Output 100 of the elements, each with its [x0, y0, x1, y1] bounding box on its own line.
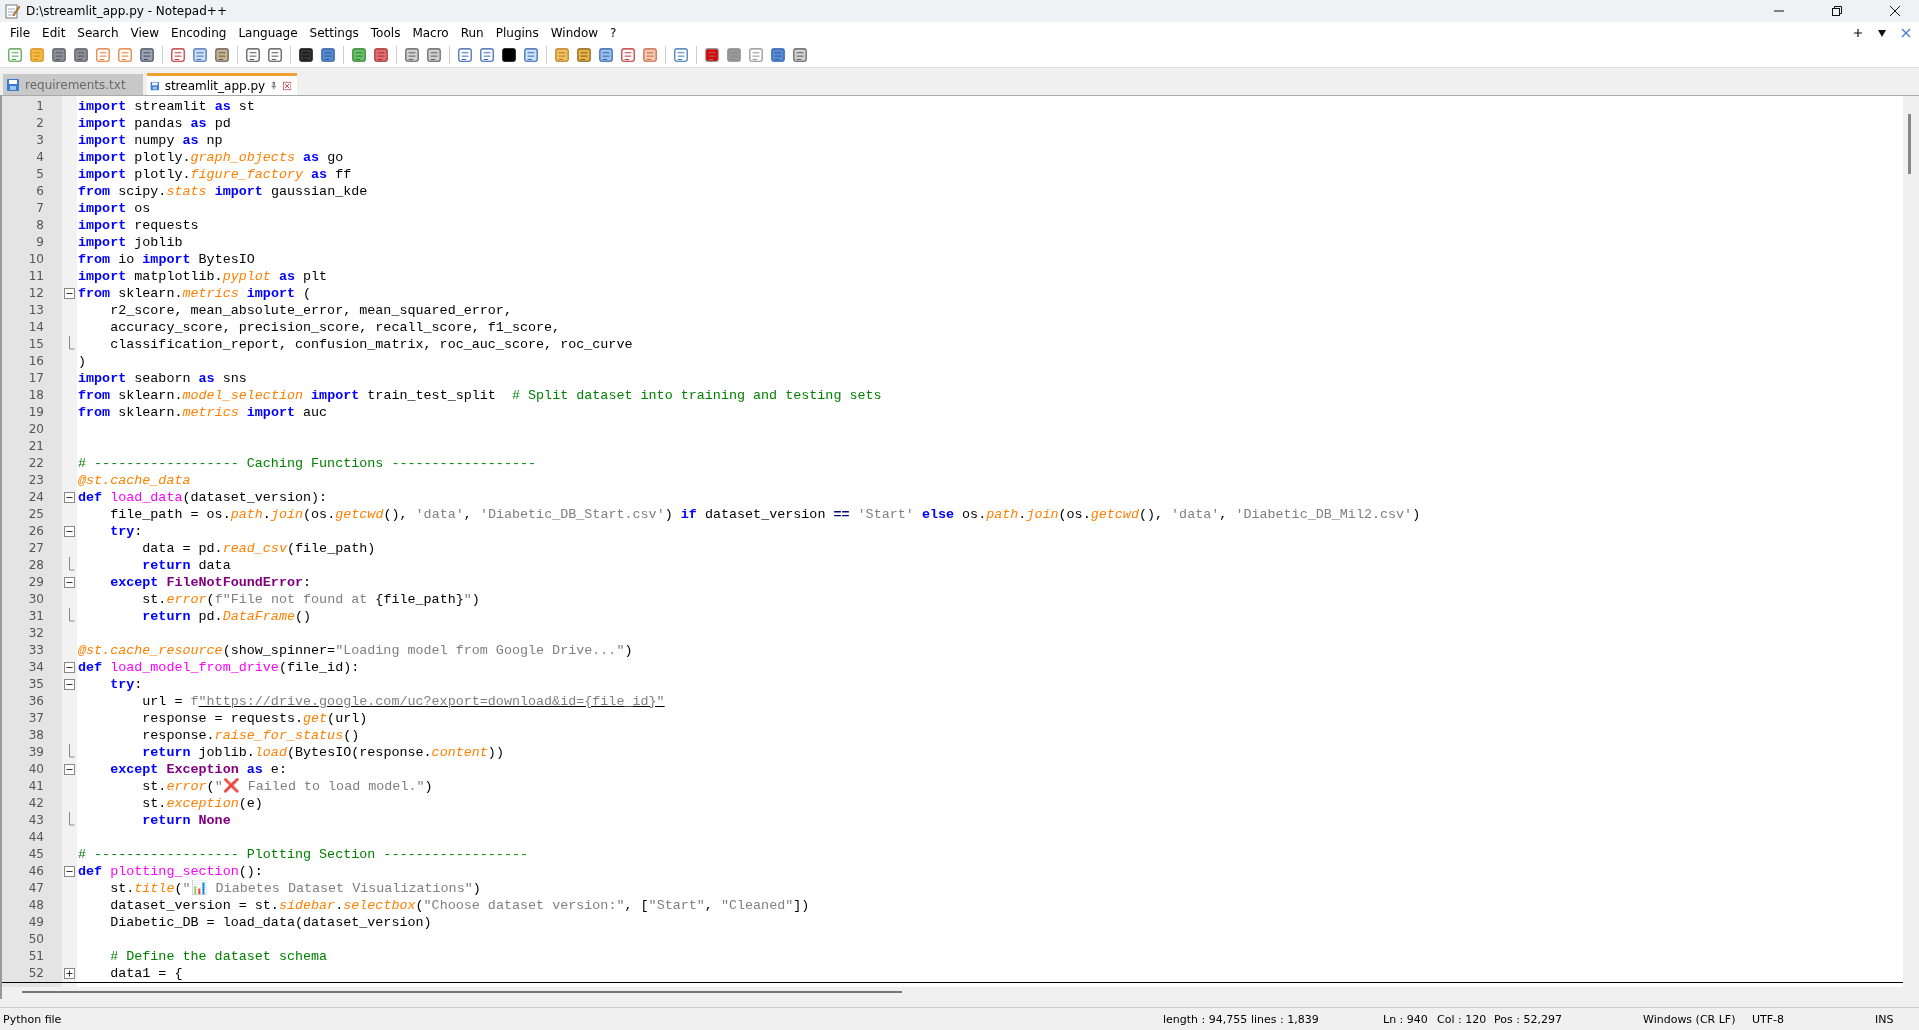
- code-line: except FileNotFoundError:: [109, 574, 312, 591]
- line-number: 17: [27, 370, 45, 387]
- menu-item[interactable]: Tools: [364, 25, 407, 40]
- code-line: import streamlit as st: [77, 98, 255, 115]
- line-number: 9: [35, 234, 45, 251]
- expand-icon[interactable]: [64, 968, 75, 979]
- line-number: 6: [35, 183, 45, 200]
- code-line: from sklearn.metrics import (: [77, 285, 312, 302]
- code-line: st.error(f"File not found at {file_path}"): [141, 591, 480, 608]
- line-number: 34: [27, 659, 45, 676]
- code-line: file_path = os.path.join(os.getcwd(), 'data', 'Diabetic_DB_Start.csv') if dataset_version == 'Start' else os.path.join(os.getcwd(), 'data', 'Diabetic_DB_Mil2.csv'): [109, 506, 1421, 523]
- line-number: 35: [27, 676, 45, 693]
- notepad-icon: [4, 3, 20, 19]
- menu-item[interactable]: Run: [454, 25, 490, 40]
- line-number: 2: [35, 115, 45, 132]
- line-number: 5: [35, 166, 45, 183]
- line-number: 36: [27, 693, 45, 710]
- scrollbar-thumb[interactable]: [1908, 114, 1911, 174]
- code-line: @st.cache_data: [77, 472, 191, 489]
- line-number: 45: [27, 846, 45, 863]
- file-type: Python file: [3, 1012, 62, 1026]
- line-number: 10: [27, 251, 45, 268]
- line-number: 39: [27, 744, 45, 761]
- code-line: import pandas as pd: [77, 115, 231, 132]
- line-number: 11: [27, 268, 45, 285]
- code-line: from sklearn.metrics import auc: [77, 404, 328, 421]
- position-info: Pos : 52,297: [1494, 1012, 1562, 1026]
- code-line: from sklearn.model_selection import train_test_split # Split dataset into training and testing sets: [77, 387, 882, 404]
- line-number: 14: [27, 319, 45, 336]
- line-number: 41: [27, 778, 45, 795]
- line-number: 24: [27, 489, 45, 506]
- collapse-icon[interactable]: [64, 288, 75, 299]
- code-line: import matplotlib.pyplot as plt: [77, 268, 328, 285]
- code-line: Diabetic_DB = load_data(dataset_version): [109, 914, 432, 931]
- code-line: return None: [141, 812, 231, 829]
- file-tab[interactable]: streamlit_app.py: [147, 73, 297, 95]
- line-number: 30: [27, 591, 45, 608]
- code-line: try:: [109, 523, 143, 540]
- line-number: 16: [27, 353, 45, 370]
- pin-icon[interactable]: [270, 80, 278, 91]
- line-number: 40: [27, 761, 45, 778]
- line-number: 44: [27, 829, 45, 846]
- collapse-icon[interactable]: [64, 526, 75, 537]
- line-number: 26: [27, 523, 45, 540]
- collapse-icon[interactable]: [64, 662, 75, 673]
- collapse-icon[interactable]: [64, 764, 75, 775]
- window-title: D:\streamlit_app.py - Notepad++: [26, 4, 227, 18]
- column-info: Col : 120: [1437, 1012, 1487, 1026]
- line-number: 3: [35, 132, 45, 149]
- dropdown-triangle-icon[interactable]: [1877, 27, 1887, 38]
- lines-info: lines : 1,839: [1251, 1012, 1319, 1026]
- line-number: 8: [35, 217, 45, 234]
- collapse-icon[interactable]: [64, 679, 75, 690]
- code-line: except Exception as e:: [109, 761, 287, 778]
- line-number: 27: [27, 540, 45, 557]
- line-ending: Windows (CR LF): [1643, 1012, 1736, 1026]
- insert-mode: INS: [1875, 1012, 1894, 1026]
- close-icon[interactable]: [1889, 5, 1901, 17]
- menu-item[interactable]: Macro: [406, 25, 455, 40]
- code-line: import joblib: [77, 234, 183, 251]
- restore-icon[interactable]: [1831, 5, 1843, 17]
- collapse-icon[interactable]: [64, 866, 75, 877]
- menu-item[interactable]: ?: [604, 25, 623, 40]
- length-info: length : 94,755: [1163, 1012, 1248, 1026]
- menu-item[interactable]: View: [124, 25, 166, 40]
- line-number: 13: [27, 302, 45, 319]
- line-number: 20: [27, 421, 45, 438]
- line-number: 48: [27, 897, 45, 914]
- line-number: 12: [27, 285, 45, 302]
- line-info: Ln : 940: [1383, 1012, 1428, 1026]
- code-line: st.exception(e): [141, 795, 263, 812]
- line-number: 32: [27, 625, 45, 642]
- line-number: 19: [27, 404, 45, 421]
- scrollbar-thumb[interactable]: [22, 991, 902, 993]
- collapse-icon[interactable]: [64, 492, 75, 503]
- code-line: st.error("❌ Failed to load model."): [141, 778, 433, 795]
- code-line: classification_report, confusion_matrix, roc_auc_score, roc_curve: [109, 336, 633, 353]
- plus-icon[interactable]: [1853, 27, 1863, 38]
- menu-item[interactable]: Language: [232, 25, 304, 40]
- line-number: 51: [27, 948, 45, 965]
- menu-item[interactable]: Edit: [36, 25, 72, 40]
- code-line: return data: [141, 557, 231, 574]
- menu-item[interactable]: Settings: [303, 25, 365, 40]
- code-line: import requests: [77, 217, 199, 234]
- menu-item[interactable]: Encoding: [165, 25, 233, 40]
- menu-item[interactable]: Plugins: [489, 25, 545, 40]
- encoding: UTF-8: [1752, 1012, 1785, 1026]
- code-line: import plotly.figure_factory as ff: [77, 166, 352, 183]
- menu-item[interactable]: File: [4, 25, 37, 40]
- collapse-icon[interactable]: [64, 577, 75, 588]
- line-number: 28: [27, 557, 45, 574]
- line-number: 37: [27, 710, 45, 727]
- line-number: 15: [27, 336, 45, 353]
- code-line: from scipy.stats import gaussian_kde: [77, 183, 368, 200]
- code-line: st.title("📊 Diabetes Dataset Visualizations"): [109, 880, 481, 897]
- code-line: def load_model_from_drive(file_id):: [77, 659, 360, 676]
- line-number: 25: [27, 506, 45, 523]
- line-number: 29: [27, 574, 45, 591]
- menu-item[interactable]: Search: [71, 25, 125, 40]
- menu-item[interactable]: Window: [544, 25, 605, 40]
